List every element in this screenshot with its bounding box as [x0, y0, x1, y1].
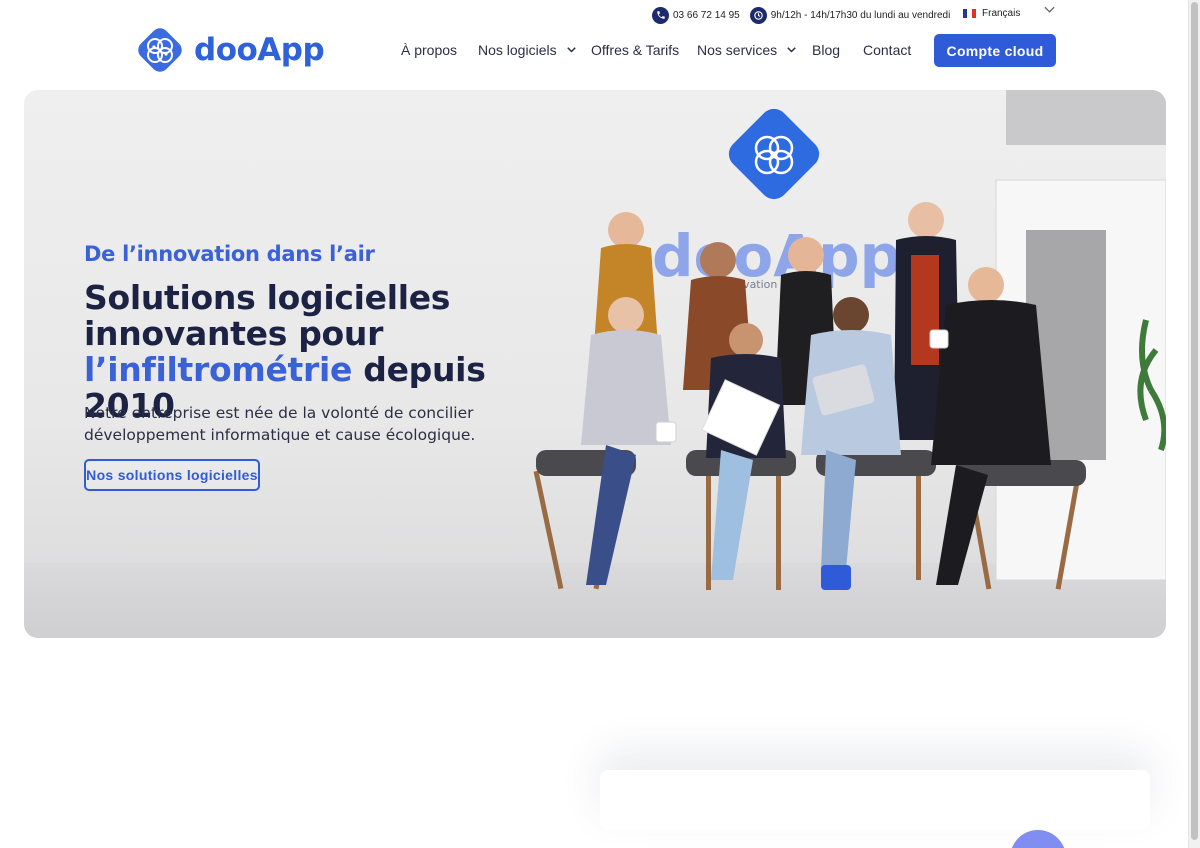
phone-number: 03 66 72 14 95	[673, 9, 740, 21]
site-logo[interactable]: dooApp	[134, 24, 325, 76]
nav-item-blog[interactable]: Blog	[812, 38, 863, 62]
floating-card	[600, 770, 1150, 830]
opening-hours-text: 9h/12h - 14h/17h30 du lundi au vendredi	[770, 9, 951, 21]
nav-item-contact[interactable]: Contact	[863, 38, 911, 62]
clock-icon	[749, 6, 767, 24]
dooapp-logo-icon	[138, 28, 182, 72]
scrollbar-thumb[interactable]	[1191, 2, 1198, 840]
decorative-blob	[1010, 830, 1066, 848]
chevron-down-icon	[566, 45, 576, 56]
language-selector[interactable]: Français	[963, 8, 1020, 19]
french-flag-icon	[963, 9, 976, 18]
nav-label: À propos	[401, 42, 458, 58]
main-nav: À propos Nos logiciels Offres & Tarifs N…	[401, 38, 911, 62]
chevron-down-icon	[787, 45, 796, 56]
opening-hours: 9h/12h - 14h/17h30 du lundi au vendredi	[749, 6, 951, 24]
language-label: Français	[982, 8, 1021, 19]
top-info-bar: 03 66 72 14 95 9h/12h - 14h/17h30 du lun…	[652, 6, 960, 24]
nav-label: Nos logiciels	[478, 42, 557, 58]
nav-item-a-propos[interactable]: À propos	[401, 38, 478, 62]
nav-item-nos-services[interactable]: Nos services	[697, 38, 812, 62]
nav-label: Offres & Tarifs	[591, 42, 680, 58]
nav-label: Blog	[812, 42, 841, 58]
page-scrollbar[interactable]	[1188, 0, 1200, 848]
team-photo: dooApp de l'innovation dans l'air	[533, 90, 1166, 590]
hero-title-part1: Solutions logicielles innovantes pour	[84, 278, 451, 353]
phone-icon	[652, 6, 669, 24]
hero-banner: dooApp de l'innovation dans l'air De l’i…	[24, 90, 1166, 638]
nos-solutions-logicielles-button[interactable]: Nos solutions logicielles	[84, 459, 260, 491]
nav-label: Contact	[863, 42, 912, 58]
hero-description: Notre entreprise est née de la volonté d…	[84, 404, 476, 444]
nav-item-offres-tarifs[interactable]: Offres & Tarifs	[591, 38, 697, 62]
compte-cloud-button[interactable]: Compte cloud	[934, 34, 1056, 67]
page: 03 66 72 14 95 9h/12h - 14h/17h30 du lun…	[0, 0, 1200, 848]
hero-title-accent: l’infiltrométrie	[84, 350, 353, 389]
brand-name: dooApp	[194, 32, 325, 68]
phone-contact[interactable]: 03 66 72 14 95	[652, 6, 740, 24]
hero-kicker: De l’innovation dans l’air	[84, 242, 375, 266]
nav-label: Nos services	[697, 42, 778, 58]
nav-item-nos-logiciels[interactable]: Nos logiciels	[478, 38, 591, 62]
chevron-down-icon[interactable]	[1044, 6, 1055, 17]
